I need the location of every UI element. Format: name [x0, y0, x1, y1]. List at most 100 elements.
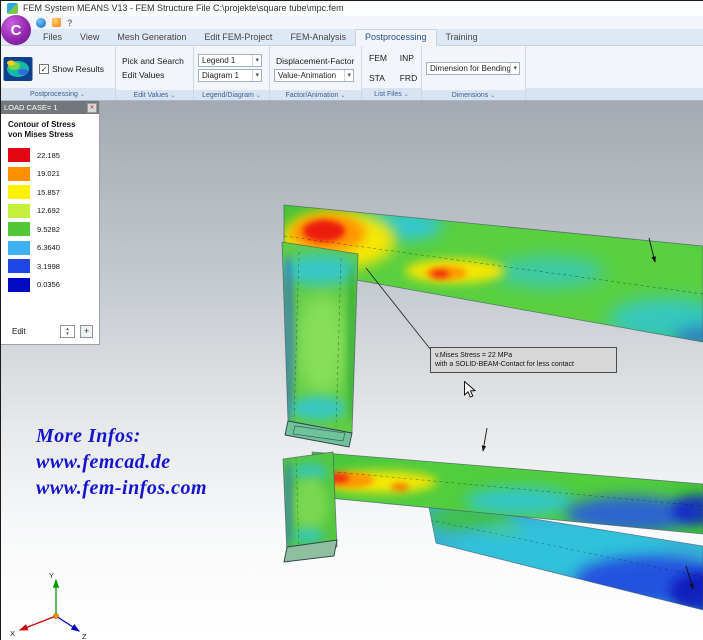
legend-value: 15.857 — [37, 187, 60, 197]
tab-fem-analysis[interactable]: FEM-Analysis — [281, 30, 355, 45]
edit-label: Edit — [12, 327, 26, 336]
watermark-text: More Infos: www.femcad.de www.fem-infos.… — [36, 423, 207, 501]
info-icon[interactable] — [36, 17, 46, 28]
legend-entries: 22.185 19.021 15.857 12.692 9.5282 6.364… — [0, 140, 99, 325]
chevron-down-icon: ⌄ — [170, 92, 176, 99]
legend-entry: 22.185 — [8, 148, 99, 162]
displacement-factor-button[interactable]: Displacement-Factor — [274, 55, 357, 67]
chevron-down-icon: ▾ — [510, 62, 517, 74]
chevron-down-icon: ▾ — [252, 70, 259, 82]
group-label-text: Dimensions — [451, 91, 489, 99]
tab-postprocessing[interactable]: Postprocessing — [354, 29, 437, 46]
frd-file-button[interactable]: FRD — [400, 73, 421, 89]
load-case-header[interactable]: LOAD CASE= 1 ✕ — [0, 101, 99, 114]
legend-value: 6.3640 — [37, 243, 60, 252]
legend-entry: 15.857 — [8, 185, 99, 199]
legend-value: 22.185 — [37, 150, 60, 160]
show-results-checkbox[interactable]: ✓ — [39, 64, 49, 74]
chevron-down-icon: ⌄ — [403, 91, 409, 98]
group-label-text: Factor/Animation — [285, 91, 339, 99]
chevron-down-icon: ⌄ — [340, 92, 346, 99]
annotation-line-2: with a SOLID-BEAM-Contact for less conta… — [435, 361, 574, 368]
group-label-text: Postprocessing — [30, 90, 78, 98]
axis-z-label: Z — [82, 632, 87, 640]
legend-entry: 12.692 — [8, 203, 99, 218]
fem-file-button[interactable]: FEM — [369, 53, 391, 69]
chevron-down-icon: ▾ — [252, 55, 259, 67]
app-logo-overlay: C — [1, 15, 31, 45]
window-title: FEM System MEANS V13 - FEM Structure Fil… — [23, 3, 344, 13]
legend-swatch — [8, 185, 30, 199]
ribbon: ✓ Show Results Postprocessing ⌄ Pick and… — [0, 46, 703, 101]
legend-swatch — [8, 222, 30, 236]
tab-mesh-generation[interactable]: Mesh Generation — [108, 30, 195, 45]
sta-file-button[interactable]: STA — [369, 73, 391, 89]
group-label-factor-animation[interactable]: Factor/Animation ⌄ — [270, 90, 361, 100]
tube-lower-segment — [283, 452, 337, 554]
help-icon[interactable]: ? — [67, 18, 73, 28]
group-label-list-files[interactable]: List Files ⌄ — [362, 88, 421, 100]
group-factor-animation: Displacement-Factor Value-Animation ▾ Fa… — [270, 46, 362, 100]
legend-swatch — [8, 166, 30, 181]
watermark-line-2: www.femcad.de — [36, 451, 171, 473]
chevron-down-icon: ⌄ — [255, 92, 261, 99]
legend-swatch — [8, 203, 30, 218]
group-label-dimensions[interactable]: Dimensions ⌄ — [422, 90, 525, 100]
legend-value: 12.692 — [37, 206, 60, 215]
inp-file-button[interactable]: INP — [400, 53, 421, 69]
legend-swatch — [8, 240, 30, 255]
legend-entry: 19.021 — [8, 166, 99, 181]
legend-swatch — [8, 277, 30, 292]
legend-value: 9.5282 — [37, 224, 60, 234]
group-label-legend-diagram[interactable]: Legend/Diagram ⌄ — [194, 90, 269, 100]
tool-icon[interactable] — [52, 18, 61, 27]
tab-files[interactable]: Files — [34, 30, 71, 45]
group-legend-diagram: Legend 1 ▾ Diagram 1 ▾ Legend/Diagram ⌄ — [194, 46, 270, 100]
load-case-label: LOAD CASE= 1 — [4, 103, 58, 112]
legend-value: 3.1998 — [37, 261, 60, 271]
chevron-down-icon: ⌄ — [79, 91, 85, 98]
annotation-box: v.Mises Stress = 22 MPa with a SOLID-BEA… — [430, 347, 617, 373]
group-label-text: List Files — [374, 90, 402, 98]
annotation-line-1: v.Mises Stress = 22 MPa — [435, 352, 513, 359]
app-icon — [7, 2, 18, 14]
postprocessing-preview-icon[interactable] — [3, 56, 33, 82]
group-postprocessing: ✓ Show Results Postprocessing ⌄ — [0, 46, 116, 100]
legend-entry: 9.5282 — [8, 222, 99, 236]
legend-title: Contour of Stress von Mises Stress — [8, 120, 76, 139]
tab-edit-fem-project[interactable]: Edit FEM-Project — [195, 30, 281, 45]
watermark-line-1: More Infos: — [36, 425, 141, 447]
tube-vertical — [282, 242, 358, 433]
legend-swatch — [8, 259, 30, 273]
dimension-select[interactable]: Dimension for Bending ▾ — [426, 61, 520, 75]
value-animation-select[interactable]: Value-Animation ▾ — [274, 68, 354, 82]
group-label-postprocessing[interactable]: Postprocessing ⌄ — [0, 88, 115, 100]
axis-x-label: X — [10, 629, 15, 638]
legend-value: 19.021 — [37, 169, 60, 178]
tab-view[interactable]: View — [71, 30, 108, 45]
group-edit-values: Pick and Search Edit Values Edit Values … — [116, 46, 194, 100]
dimension-select-value: Dimension for Bending — [430, 63, 511, 73]
chevron-down-icon: ▾ — [344, 69, 351, 81]
group-list-files: FEM INP STA FRD List Files ⌄ — [362, 46, 422, 100]
edit-values-button[interactable]: Edit Values — [120, 69, 189, 81]
spin-down-icon[interactable]: ▾ — [66, 331, 69, 337]
legend-select[interactable]: Legend 1 ▾ — [198, 54, 262, 68]
legend-swatch — [8, 148, 30, 162]
watermark-line-3: www.fem-infos.com — [36, 477, 208, 499]
ribbon-filler — [526, 46, 703, 100]
add-button[interactable]: + — [80, 325, 93, 338]
chevron-down-icon: ⌄ — [490, 92, 496, 99]
diagram-select-value: Diagram 1 — [202, 71, 239, 81]
legend-entry: 0.0356 — [8, 277, 99, 292]
group-dimensions: Dimension for Bending ▾ Dimensions ⌄ — [422, 46, 526, 100]
show-results-label: Show Results — [52, 64, 104, 74]
diagram-select[interactable]: Diagram 1 ▾ — [198, 69, 262, 83]
value-animation-value: Value-Animation — [278, 70, 337, 80]
tab-training[interactable]: Training — [437, 30, 487, 45]
close-icon[interactable]: ✕ — [87, 102, 97, 113]
legend-spinner[interactable]: ▴ ▾ — [60, 325, 75, 338]
pick-and-search-button[interactable]: Pick and Search — [120, 55, 189, 67]
group-label-text: Legend/Diagram — [202, 91, 254, 99]
group-label-edit-values[interactable]: Edit Values ⌄ — [116, 90, 193, 100]
